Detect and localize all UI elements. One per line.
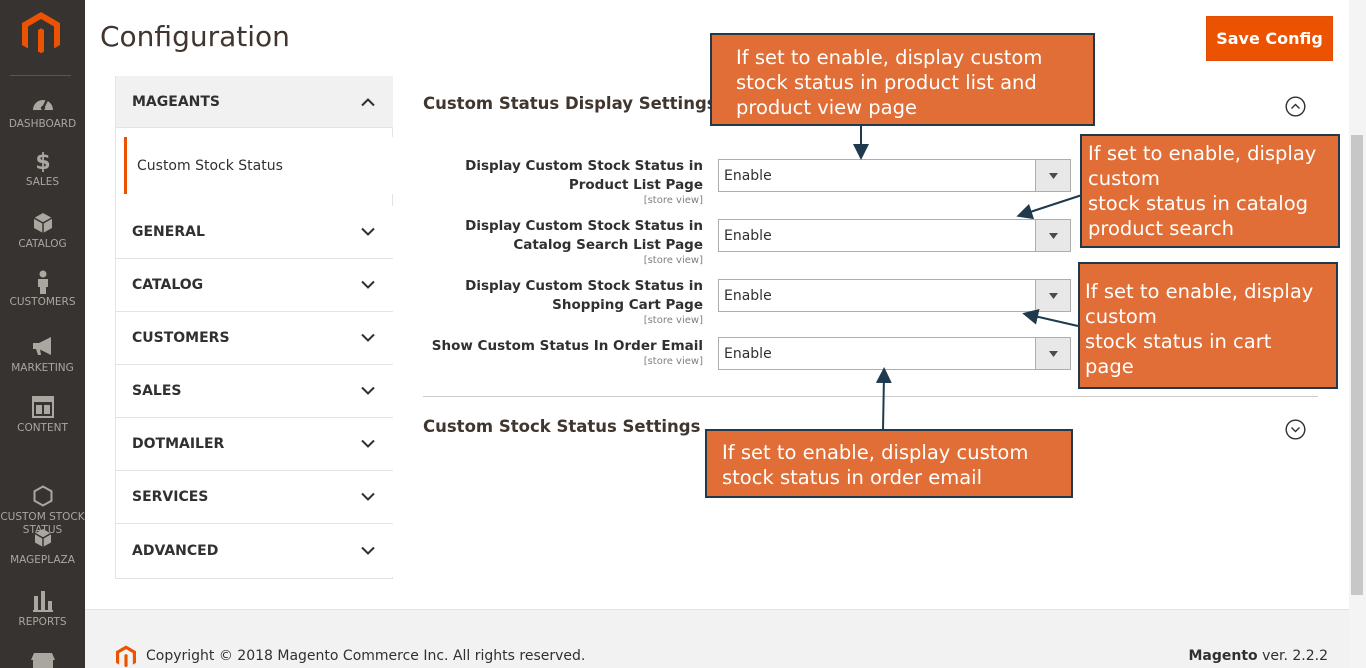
callout-product-list: If set to enable, display custom stock s… bbox=[710, 33, 1095, 126]
callout-cart: If set to enable, display custom stock s… bbox=[1078, 262, 1338, 389]
brand-name: Magento bbox=[1188, 648, 1258, 664]
copyright-text: Copyright © 2018 Magento Commerce Inc. A… bbox=[146, 648, 586, 664]
version-text: Magento ver. 2.2.2 bbox=[1188, 648, 1328, 664]
magento-footer-logo bbox=[116, 645, 136, 668]
callout-catalog-search: If set to enable, display custom stock s… bbox=[1080, 134, 1340, 248]
callout-order-email: If set to enable, display custom stock s… bbox=[705, 429, 1073, 498]
version-number: ver. 2.2.2 bbox=[1257, 648, 1328, 664]
scrollbar-thumb[interactable] bbox=[1351, 135, 1363, 595]
